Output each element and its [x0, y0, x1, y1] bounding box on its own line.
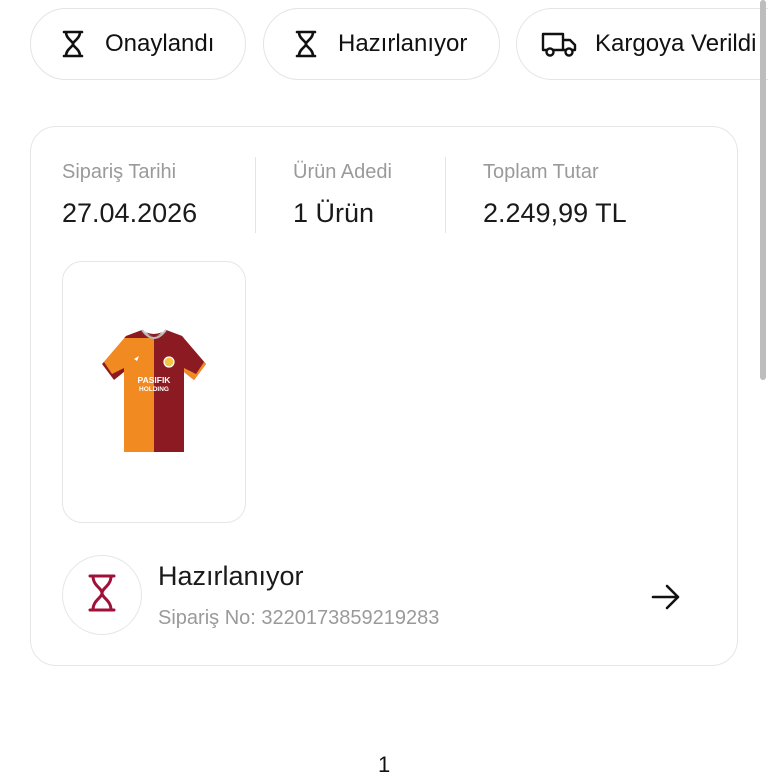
order-status-row[interactable]: Hazırlanıyor Sipariş No: 322017385921928… — [62, 555, 737, 637]
product-thumbnail[interactable]: PASIFIK HOLDING — [62, 261, 246, 523]
order-number: Sipariş No: 3220173859219283 — [158, 607, 440, 629]
order-total: Toplam Tutar 2.249,99 TL — [483, 161, 627, 229]
order-date: Sipariş Tarihi 27.04.2026 — [62, 161, 197, 229]
jersey-image: PASIFIK HOLDING — [102, 329, 206, 452]
order-total-value: 2.249,99 TL — [483, 198, 627, 228]
item-count-label: Ürün Adedi — [293, 161, 392, 183]
order-date-value: 27.04.2026 — [62, 198, 198, 228]
pagination-current-page[interactable]: 1 — [378, 752, 390, 778]
order-total-label: Toplam Tutar — [483, 161, 599, 183]
divider — [445, 157, 446, 233]
filter-chip-label: Kargoya Verildi — [595, 30, 757, 57]
sponsor-text-line1: PASIFIK — [138, 375, 172, 385]
filter-chip-label: Hazırlanıyor — [338, 30, 468, 57]
divider — [255, 157, 256, 233]
scrollbar[interactable] — [760, 0, 766, 380]
order-date-label: Sipariş Tarihi — [62, 161, 177, 183]
order-card[interactable]: Sipariş Tarihi 27.04.2026 Ürün Adedi 1 Ü… — [30, 126, 738, 666]
truck-icon — [541, 30, 577, 58]
order-status-text: Hazırlanıyor — [158, 561, 304, 591]
hourglass-icon — [87, 574, 117, 617]
hourglass-icon — [292, 30, 320, 58]
filter-chip-onaylandi[interactable]: Onaylandı — [30, 8, 246, 80]
status-icon-circle — [62, 555, 142, 635]
arrow-right-icon[interactable] — [648, 579, 684, 615]
status-filter-bar: Onaylandı Hazırlanıyor Kargoya Verildi — [30, 8, 768, 82]
filter-chip-hazirlaniyor[interactable]: Hazırlanıyor — [263, 8, 500, 80]
item-count-value: 1 Ürün — [293, 198, 375, 228]
filter-chip-kargoya-verildi[interactable]: Kargoya Verildi — [516, 8, 768, 80]
filter-chip-label: Onaylandı — [105, 30, 215, 57]
hourglass-icon — [59, 30, 87, 58]
item-count: Ürün Adedi 1 Ürün — [293, 161, 392, 229]
sponsor-text-line2: HOLDING — [139, 386, 169, 393]
